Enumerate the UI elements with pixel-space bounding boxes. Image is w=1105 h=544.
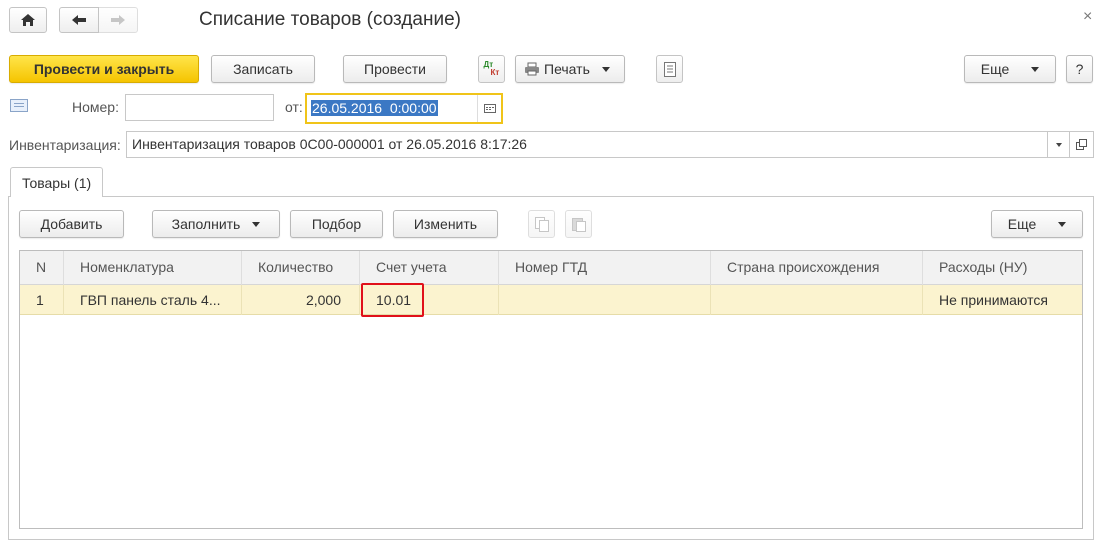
chevron-down-icon [1058,221,1067,227]
table-header: N Номенклатура Количество Счет учета Ном… [20,251,1082,285]
more-label: Еще [980,61,1010,77]
home-icon [21,14,35,26]
copy-icon [534,216,549,232]
column-header-item[interactable]: Номенклатура [64,251,242,285]
number-label: Номер: [72,99,119,115]
back-button[interactable] [59,7,99,33]
dt-kt-icon: Дт Кт [483,60,501,78]
dt-kt-button[interactable]: Дт Кт [478,55,505,83]
cell-n[interactable]: 1 [20,285,64,315]
copy-button[interactable] [528,210,555,238]
printer-icon [525,62,539,76]
arrow-right-icon [111,15,125,25]
open-form-icon [1076,139,1087,150]
cell-item[interactable]: ГВП панель сталь 4... [64,285,242,315]
cell-expenses[interactable]: Не принимаются [923,285,1082,315]
account-highlight-frame [361,283,424,317]
tab-goods[interactable]: Товары (1) [10,167,103,197]
home-button[interactable] [9,7,47,33]
post-button[interactable]: Провести [343,55,447,83]
chevron-down-icon [252,221,261,227]
print-button[interactable]: Печать [515,55,625,83]
help-button[interactable]: ? [1066,55,1093,83]
forward-button[interactable] [98,7,138,33]
paste-button[interactable] [565,210,592,238]
cell-gtd[interactable] [499,285,711,315]
select-button[interactable]: Подбор [290,210,383,238]
print-label: Печать [544,61,590,77]
report-button[interactable] [656,55,683,83]
column-header-country[interactable]: Страна происхождения [711,251,923,285]
paste-icon [571,217,586,232]
inventory-open-button[interactable] [1070,131,1094,158]
chevron-down-icon [1031,66,1040,72]
goods-table[interactable]: N Номенклатура Количество Счет учета Ном… [19,250,1083,529]
document-icon [10,99,28,112]
inventory-label: Инвентаризация: [9,137,121,153]
edit-button[interactable]: Изменить [393,210,498,238]
document-icon [663,61,676,77]
arrow-left-icon [72,15,86,25]
save-button[interactable]: Записать [211,55,315,83]
table-more-label: Еще [1007,216,1037,232]
column-header-account[interactable]: Счет учета [360,251,499,285]
number-field[interactable] [125,94,274,121]
date-value: 26.05.2016 0:00:00 [311,100,438,116]
chevron-down-icon [601,66,610,72]
inventory-field[interactable]: Инвентаризация товаров 0С00-000001 от 26… [126,131,1048,158]
calendar-icon [483,104,496,113]
more-button[interactable]: Еще [964,55,1056,83]
cell-quantity[interactable]: 2,000 [242,285,360,315]
column-header-gtd[interactable]: Номер ГТД [499,251,711,285]
calendar-button[interactable] [477,95,501,122]
window-title: Списание товаров (создание) [199,9,461,30]
cell-country[interactable] [711,285,923,315]
fill-label: Заполнить [171,216,241,232]
column-header-n[interactable]: N [20,251,64,285]
table-row[interactable]: 1 ГВП панель сталь 4... 2,000 10.01 Не п… [20,285,1082,315]
close-icon[interactable]: × [1083,8,1092,26]
chevron-down-icon [1055,142,1062,147]
column-header-quantity[interactable]: Количество [242,251,360,285]
column-header-expenses[interactable]: Расходы (НУ) [923,251,1082,285]
kt-label: Кт [490,68,500,77]
inventory-dropdown-button[interactable] [1048,131,1070,158]
table-more-button[interactable]: Еще [991,210,1083,238]
add-button[interactable]: Добавить [19,210,124,238]
date-label: от: [285,99,303,115]
post-and-close-button[interactable]: Провести и закрыть [9,55,199,83]
date-field[interactable]: 26.05.2016 0:00:00 [305,93,503,124]
fill-button[interactable]: Заполнить [152,210,280,238]
